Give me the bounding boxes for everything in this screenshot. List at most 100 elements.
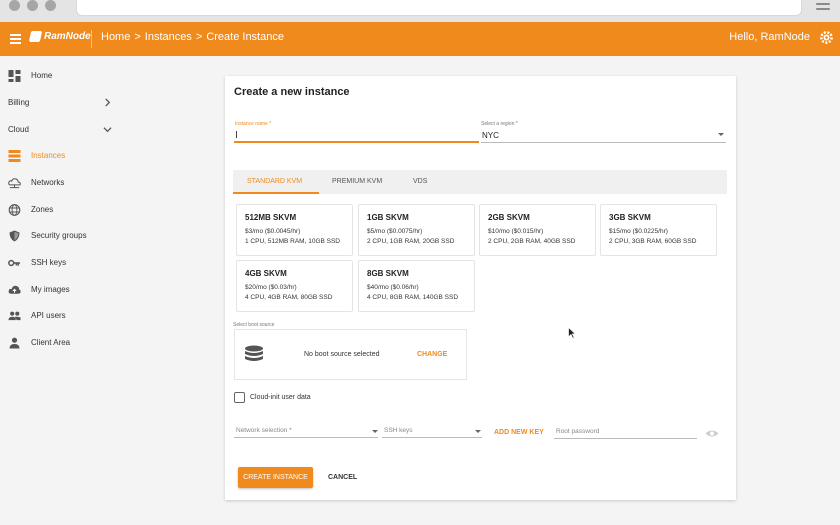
plan-spec: 2 CPU, 2GB RAM, 40GB SSD <box>488 238 576 245</box>
plan-spec: 4 CPU, 8GB RAM, 140GB SSD <box>367 294 459 301</box>
create-instance-button[interactable]: CREATE INSTANCE <box>238 467 313 488</box>
ssh-keys-underline <box>382 437 482 438</box>
region-select[interactable]: NYC <box>482 131 499 140</box>
plan-spec: 4 CPU, 4GB RAM, 80GB SSD <box>245 294 333 301</box>
plan-card-1gb[interactable]: 1GB SKVM $5/mo ($0.0075/hr) 2 CPU, 1GB R… <box>358 204 475 256</box>
plan-card-512mb[interactable]: 512MB SKVM $3/mo ($0.0045/hr) 1 CPU, 512… <box>236 204 353 256</box>
ssh-keys-select[interactable]: SSH keys <box>384 427 413 434</box>
mouse-cursor-icon <box>568 327 576 339</box>
sidebar-item-home[interactable]: Home <box>0 63 120 89</box>
sidebar-item-networks[interactable]: Networks <box>0 170 120 196</box>
chevron-down-icon <box>103 127 112 133</box>
sidebar-item-api-users[interactable]: API users <box>0 303 120 329</box>
browser-menu-icon[interactable] <box>816 0 830 13</box>
plan-name: 4GB SKVM <box>245 269 287 278</box>
list-icon <box>8 150 21 162</box>
gear-icon[interactable] <box>819 30 834 45</box>
key-icon <box>8 259 21 267</box>
breadcrumb-instances[interactable]: Instances <box>145 31 192 43</box>
plan-name: 1GB SKVM <box>367 213 409 222</box>
sidebar-item-label: SSH keys <box>31 258 67 267</box>
tab-vds[interactable]: VDS <box>413 178 427 185</box>
plan-price: $15/mo ($0.0225/hr) <box>609 228 668 235</box>
sidebar-item-label: Billing <box>8 98 30 107</box>
plan-price: $10/mo ($0.015/hr) <box>488 228 544 235</box>
plan-name: 8GB SKVM <box>367 269 409 278</box>
cancel-button[interactable]: CANCEL <box>328 474 357 481</box>
network-select[interactable]: Network selection * <box>236 427 292 434</box>
boot-source-box: No boot source selected CHANGE <box>234 329 467 380</box>
eye-icon[interactable] <box>705 429 719 438</box>
plan-price: $40/mo ($0.06/hr) <box>367 284 419 291</box>
logo-mark-icon <box>28 31 43 42</box>
plan-price: $20/mo ($0.03/hr) <box>245 284 297 291</box>
sidebar-item-label: Cloud <box>8 125 29 134</box>
plan-type-tabs: STANDARD KVM PREMIUM KVM VDS <box>233 170 727 194</box>
person-icon <box>9 337 20 349</box>
active-tab-indicator <box>233 192 319 194</box>
sidebar-item-cloud[interactable]: Cloud <box>0 117 120 143</box>
boot-source-label: Select boot source <box>233 322 275 328</box>
plan-spec: 1 CPU, 512MB RAM, 10GB SSD <box>245 238 341 245</box>
plan-card-4gb[interactable]: 4GB SKVM $20/mo ($0.03/hr) 4 CPU, 4GB RA… <box>236 260 353 312</box>
plan-name: 3GB SKVM <box>609 213 651 222</box>
window-minimize-dot[interactable] <box>27 0 38 11</box>
plan-name: 2GB SKVM <box>488 213 530 222</box>
sidebar-item-zones[interactable]: Zones <box>0 197 120 223</box>
region-dropdown-arrow-icon[interactable] <box>718 133 724 136</box>
menu-icon[interactable] <box>10 34 21 46</box>
breadcrumb-create-instance: Create Instance <box>206 31 284 43</box>
plan-price: $3/mo ($0.0045/hr) <box>245 228 301 235</box>
sidebar-item-billing[interactable]: Billing <box>0 90 120 116</box>
shield-icon <box>9 230 20 242</box>
plan-card-2gb[interactable]: 2GB SKVM $10/mo ($0.015/hr) 2 CPU, 2GB R… <box>479 204 596 256</box>
sidebar-item-client-area[interactable]: Client Area <box>0 330 120 356</box>
window-close-dot[interactable] <box>9 0 20 11</box>
sidebar-item-instances[interactable]: Instances <box>0 143 120 169</box>
cloud-network-icon <box>8 178 21 189</box>
sidebar-item-my-images[interactable]: My images <box>0 277 120 303</box>
plan-name: 512MB SKVM <box>245 213 297 222</box>
page-title: Create a new instance <box>234 86 350 98</box>
sidebar-item-security-groups[interactable]: Security groups <box>0 223 120 249</box>
dashboard-icon <box>8 70 21 82</box>
network-underline <box>234 437 378 438</box>
window-maximize-dot[interactable] <box>45 0 56 11</box>
address-bar[interactable] <box>76 0 802 16</box>
text-caret <box>236 131 237 138</box>
add-new-key-button[interactable]: ADD NEW KEY <box>494 429 544 436</box>
plan-card-3gb[interactable]: 3GB SKVM $15/mo ($0.0225/hr) 2 CPU, 3GB … <box>600 204 717 256</box>
plan-spec: 2 CPU, 3GB RAM, 60GB SSD <box>609 238 697 245</box>
breadcrumb-separator: > <box>195 31 203 43</box>
change-boot-source-button[interactable]: CHANGE <box>417 351 447 358</box>
boot-source-status: No boot source selected <box>304 351 380 358</box>
cloud-init-checkbox[interactable] <box>234 392 245 403</box>
user-greeting[interactable]: Hello, RamNode <box>729 31 810 43</box>
plan-card-8gb[interactable]: 8GB SKVM $40/mo ($0.06/hr) 4 CPU, 8GB RA… <box>358 260 475 312</box>
sidebar-item-label: Instances <box>31 151 66 160</box>
create-instance-card: Create a new instance Instance name * Se… <box>225 76 736 500</box>
globe-icon <box>8 204 21 216</box>
sidebar-item-label: API users <box>31 311 66 320</box>
instance-name-input[interactable] <box>234 141 479 143</box>
root-password-underline <box>554 438 697 439</box>
tab-standard-kvm[interactable]: STANDARD KVM <box>247 178 302 185</box>
ssh-keys-dropdown-arrow-icon[interactable] <box>475 430 481 433</box>
cloud-init-label: Cloud-init user data <box>250 394 311 401</box>
sidebar-item-label: Zones <box>31 205 54 214</box>
chevron-right-icon <box>105 98 111 107</box>
plan-spec: 2 CPU, 1GB RAM, 20GB SSD <box>367 238 455 245</box>
sidebar-item-ssh-keys[interactable]: SSH keys <box>0 250 120 276</box>
breadcrumb-home[interactable]: Home <box>101 31 130 43</box>
sidebar-item-label: Client Area <box>31 338 71 347</box>
cloud-upload-icon <box>8 285 21 294</box>
database-icon <box>245 345 263 361</box>
sidebar-item-label: Security groups <box>31 231 87 240</box>
network-dropdown-arrow-icon[interactable] <box>372 430 378 433</box>
browser-chrome <box>0 0 840 22</box>
plan-price: $5/mo ($0.0075/hr) <box>367 228 423 235</box>
ramnode-logo[interactable]: RamNode <box>28 31 91 42</box>
tab-premium-kvm[interactable]: PREMIUM KVM <box>332 178 382 185</box>
sidebar-item-label: Home <box>31 71 53 80</box>
root-password-input[interactable]: Root password <box>556 428 599 435</box>
